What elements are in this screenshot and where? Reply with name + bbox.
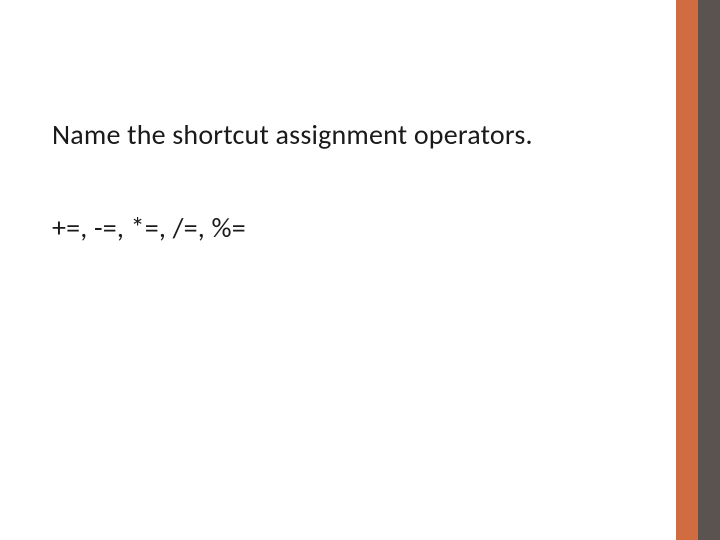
slide-content: Name the shortcut assignment operators. … bbox=[52, 118, 650, 245]
accent-bar-orange bbox=[676, 0, 698, 540]
slide: Name the shortcut assignment operators. … bbox=[0, 0, 720, 540]
slide-title: Name the shortcut assignment operators. bbox=[52, 118, 650, 152]
slide-body: +=, -=, *=, /=, %= bbox=[52, 210, 650, 245]
accent-bar-brown bbox=[698, 0, 720, 540]
